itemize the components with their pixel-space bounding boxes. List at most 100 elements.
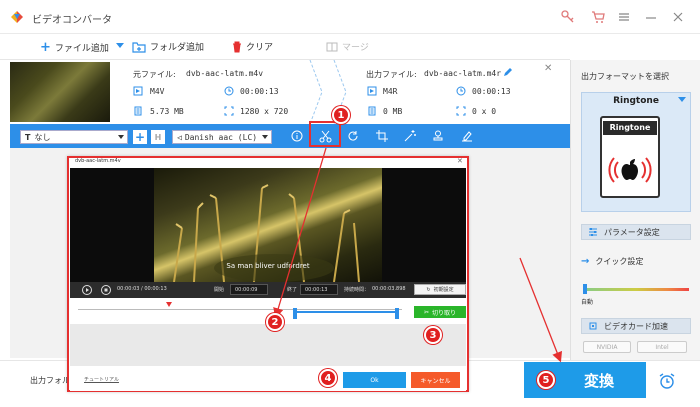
remove-file-icon[interactable]: ✕ bbox=[544, 63, 552, 74]
playback-time: 00:00:03 / 00:00:13 bbox=[117, 286, 167, 292]
output-format-title: 出力フォーマットを選択 bbox=[581, 72, 669, 81]
step-badge-1: 1 bbox=[332, 106, 350, 124]
output-format: M4R bbox=[383, 87, 398, 96]
output-filesize-icon bbox=[368, 106, 376, 116]
resolution-icon bbox=[224, 106, 234, 116]
clip-start-handle[interactable] bbox=[293, 308, 297, 319]
close-icon[interactable] bbox=[670, 9, 686, 25]
add-file-dropdown-icon[interactable] bbox=[116, 43, 124, 48]
app-title: ビデオコンバータ bbox=[32, 15, 112, 26]
output-folder-label: 出力フォル bbox=[30, 376, 70, 385]
parameter-settings-button[interactable]: パラメータ設定 bbox=[581, 224, 691, 240]
reset-button[interactable]: ↻ 初期設定 bbox=[414, 284, 466, 295]
cut-scissors-icon: ✂ bbox=[423, 308, 429, 316]
duration-value: 00:00:03.898 bbox=[372, 286, 406, 292]
text-icon: T bbox=[25, 132, 31, 142]
clip-list-area bbox=[70, 324, 466, 366]
end-time-input[interactable]: 00:00:13 bbox=[300, 284, 338, 295]
add-subtitle-button[interactable]: + bbox=[133, 130, 147, 144]
duration-label: 持続時間： bbox=[344, 287, 370, 293]
scissors-highlight-box bbox=[309, 121, 341, 147]
format-dropdown-icon[interactable] bbox=[678, 97, 686, 102]
ringtone-icon-label: Ringtone bbox=[603, 121, 657, 135]
edit-pencil-icon[interactable] bbox=[503, 67, 513, 77]
play-icon[interactable] bbox=[82, 285, 92, 295]
alarm-clock-icon[interactable] bbox=[658, 372, 676, 390]
cut-button[interactable]: ✂ 切り取り bbox=[414, 306, 466, 318]
clip-end-handle[interactable] bbox=[395, 308, 399, 319]
watermark-stamp-icon[interactable] bbox=[430, 128, 446, 144]
output-resolution: 0 x 0 bbox=[472, 107, 497, 116]
app-logo-icon bbox=[11, 11, 23, 23]
effects-wand-icon[interactable] bbox=[402, 128, 418, 144]
subtitle-h-button[interactable]: H bbox=[151, 130, 165, 144]
add-folder-button[interactable]: フォルダ追加 bbox=[132, 40, 204, 53]
tutorial-link[interactable]: チュートリアル bbox=[84, 376, 119, 383]
crop-icon[interactable] bbox=[374, 128, 390, 144]
output-filename: dvb-aac-latm.m4r bbox=[424, 69, 502, 78]
source-duration: 00:00:13 bbox=[240, 87, 279, 96]
folder-plus-icon bbox=[132, 41, 146, 53]
sliders-icon bbox=[589, 228, 597, 236]
chevron-down-icon bbox=[118, 135, 124, 139]
clear-button[interactable]: クリア bbox=[232, 40, 273, 53]
source-label: 元ファイル: bbox=[133, 70, 176, 79]
merge-button[interactable]: マージ bbox=[326, 40, 369, 53]
cart-icon[interactable] bbox=[590, 9, 606, 25]
reset-icon: ↻ bbox=[426, 286, 431, 293]
filesize-icon bbox=[134, 106, 142, 116]
info-icon[interactable] bbox=[289, 128, 305, 144]
speaker-icon: ◁ bbox=[177, 132, 182, 142]
format-icon bbox=[133, 86, 143, 96]
merge-icon bbox=[326, 42, 338, 51]
step-badge-4: 4 bbox=[319, 369, 337, 387]
gpu-acceleration-button[interactable]: ビデオカード加速 bbox=[581, 318, 691, 334]
source-size: 5.73 MB bbox=[150, 107, 184, 116]
cancel-button[interactable]: キャンセル bbox=[411, 372, 460, 388]
ok-button[interactable]: Ok bbox=[343, 372, 406, 388]
stop-icon[interactable] bbox=[101, 285, 111, 295]
output-size: 0 MB bbox=[383, 107, 403, 116]
output-clock-icon bbox=[456, 86, 466, 96]
intel-badge: Intel bbox=[637, 341, 687, 353]
output-format-icon bbox=[367, 86, 377, 96]
dialog-footer bbox=[70, 366, 466, 391]
key-icon[interactable] bbox=[560, 9, 576, 25]
source-resolution: 1280 x 720 bbox=[240, 107, 289, 116]
output-resolution-icon bbox=[456, 106, 466, 116]
clock-icon bbox=[224, 86, 234, 96]
rotate-icon[interactable] bbox=[345, 128, 361, 144]
quality-slider-handle[interactable] bbox=[583, 284, 587, 294]
plus-icon: + bbox=[40, 40, 51, 55]
dialog-close-icon[interactable]: ✕ bbox=[457, 157, 463, 165]
clip-range bbox=[295, 311, 399, 313]
subtitle-select[interactable]: T なし bbox=[20, 130, 128, 144]
playhead-marker[interactable] bbox=[166, 302, 172, 307]
source-format: M4V bbox=[150, 87, 165, 96]
timeline-track bbox=[78, 309, 402, 310]
output-label: 出力ファイル: bbox=[366, 70, 417, 79]
audio-track-select[interactable]: ◁ Danish aac (LC) bbox=[172, 130, 272, 144]
quick-settings: → クイック設定 bbox=[581, 256, 644, 267]
minimize-icon[interactable] bbox=[643, 9, 659, 25]
video-thumbnail[interactable] bbox=[10, 62, 110, 122]
menu-icon[interactable] bbox=[616, 9, 632, 25]
nvidia-badge: NVIDIA bbox=[583, 341, 631, 353]
apple-ringtone-icon bbox=[608, 157, 652, 183]
step-badge-3: 3 bbox=[424, 326, 442, 344]
add-file-button[interactable]: + ファイル追加 bbox=[40, 40, 109, 55]
step-badge-5: 5 bbox=[537, 371, 555, 389]
selected-format-name: Ringtone bbox=[613, 96, 659, 106]
chip-icon bbox=[589, 322, 597, 330]
auto-label: 自動 bbox=[581, 299, 594, 306]
start-time-input[interactable]: 00:00:09 bbox=[230, 284, 268, 295]
chevron-down-icon bbox=[262, 135, 268, 139]
quality-slider[interactable] bbox=[583, 288, 689, 291]
end-label: 終了 bbox=[287, 287, 298, 293]
start-label: 開始 bbox=[214, 287, 225, 293]
subtitle-edit-icon[interactable] bbox=[459, 128, 475, 144]
output-duration: 00:00:13 bbox=[472, 87, 511, 96]
step-badge-2: 2 bbox=[266, 313, 284, 331]
quick-settings-arrow-icon: → bbox=[581, 256, 590, 267]
trash-icon bbox=[233, 41, 241, 52]
